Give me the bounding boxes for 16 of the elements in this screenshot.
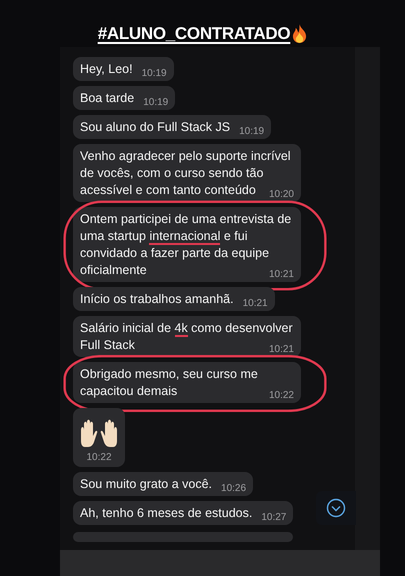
raised-hands-icon bbox=[79, 418, 119, 448]
message-bubble: Ah, tenho 6 meses de estudos. 10:27 bbox=[73, 501, 294, 525]
message-bubble: Ontem participei de uma entrevista de uma startup internacional e fui convidado a fazer parte da equipe oficialmente 10:21 bbox=[73, 207, 301, 282]
message-bubble: Obrigado mesmo, seu curso me capacitou demais 10:22 bbox=[73, 362, 301, 403]
fire-icon bbox=[292, 24, 308, 43]
message-bubble: Boa tarde 10:19 bbox=[73, 86, 176, 110]
message-bubble: Salário inicial de 4k como desenvolver Full Stack 10:21 bbox=[73, 316, 301, 357]
story-title: #ALUNO_CONTRATADO bbox=[98, 24, 290, 44]
message-bubble: Sou aluno do Full Stack JS 10:19 bbox=[73, 115, 272, 139]
message-bubble: Início os trabalhos amanhã. 10:21 bbox=[73, 287, 275, 311]
message-bubble: Sou muito grato a você. 10:26 bbox=[73, 472, 254, 496]
scroll-down-button[interactable] bbox=[316, 491, 356, 525]
message-bubble: Hey, Leo! 10:19 bbox=[73, 57, 174, 81]
chevron-down-icon bbox=[326, 498, 346, 518]
message-bubble: Venho agradecer pelo suporte incrível de vocês, com o curso sendo tão acessível e com tanto conteúdo 10:20 bbox=[73, 144, 301, 202]
message-bubble: 10:22 bbox=[73, 408, 125, 467]
